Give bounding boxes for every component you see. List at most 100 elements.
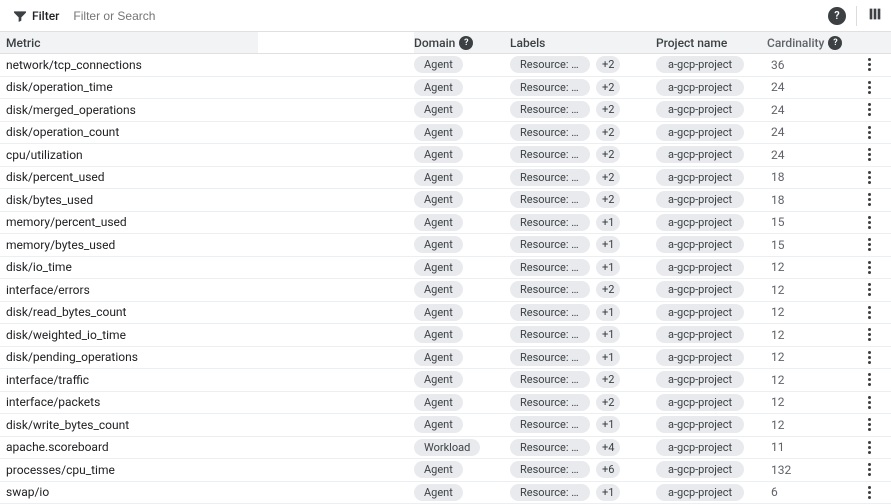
project-chip[interactable]: a-gcp-project xyxy=(656,394,744,411)
label-more-chip[interactable]: +2 xyxy=(596,371,620,388)
project-chip[interactable]: a-gcp-project xyxy=(656,79,744,96)
label-chip[interactable]: Resource: gc… xyxy=(510,394,590,411)
project-chip[interactable]: a-gcp-project xyxy=(656,236,744,253)
label-chip[interactable]: Resource: gc… xyxy=(510,304,590,321)
metric-name[interactable]: interface/packets xyxy=(0,395,258,409)
project-chip[interactable]: a-gcp-project xyxy=(656,371,744,388)
more-actions-button[interactable] xyxy=(864,459,875,480)
label-more-chip[interactable]: +2 xyxy=(596,281,620,298)
label-more-chip[interactable]: +2 xyxy=(596,56,620,73)
domain-chip[interactable]: Agent xyxy=(414,484,463,501)
label-chip[interactable]: Resource: gc… xyxy=(510,236,590,253)
more-actions-button[interactable] xyxy=(864,189,875,210)
help-icon[interactable]: ? xyxy=(828,36,842,50)
column-header-cardinality[interactable]: Cardinality ? xyxy=(767,36,847,50)
label-more-chip[interactable]: +2 xyxy=(596,394,620,411)
label-more-chip[interactable]: +1 xyxy=(596,326,620,343)
label-more-chip[interactable]: +1 xyxy=(596,416,620,433)
metric-name[interactable]: disk/weighted_io_time xyxy=(0,328,258,342)
label-more-chip[interactable]: +4 xyxy=(596,439,620,456)
column-header-metric[interactable]: Metric xyxy=(0,36,258,50)
column-display-options-button[interactable] xyxy=(867,6,883,26)
metric-name[interactable]: disk/merged_operations xyxy=(0,103,258,117)
more-actions-button[interactable] xyxy=(864,437,875,458)
domain-chip[interactable]: Agent xyxy=(414,191,463,208)
project-chip[interactable]: a-gcp-project xyxy=(656,304,744,321)
label-more-chip[interactable]: +2 xyxy=(596,101,620,118)
metric-name[interactable]: interface/errors xyxy=(0,283,258,297)
label-chip[interactable]: Resource: gc… xyxy=(510,281,590,298)
label-chip[interactable]: Resource: gc… xyxy=(510,461,590,478)
more-actions-button[interactable] xyxy=(864,212,875,233)
domain-chip[interactable]: Agent xyxy=(414,394,463,411)
label-chip[interactable]: Resource: gc… xyxy=(510,371,590,388)
project-chip[interactable]: a-gcp-project xyxy=(656,56,744,73)
more-actions-button[interactable] xyxy=(864,302,875,323)
label-more-chip[interactable]: +1 xyxy=(596,259,620,276)
metric-name[interactable]: network/tcp_connections xyxy=(0,58,258,72)
domain-chip[interactable]: Agent xyxy=(414,461,463,478)
more-actions-button[interactable] xyxy=(864,369,875,390)
metric-name[interactable]: disk/io_time xyxy=(0,260,258,274)
domain-chip[interactable]: Workload xyxy=(414,439,480,456)
metric-name[interactable]: processes/cpu_time xyxy=(0,463,258,477)
domain-chip[interactable]: Agent xyxy=(414,101,463,118)
project-chip[interactable]: a-gcp-project xyxy=(656,191,744,208)
help-icon[interactable]: ? xyxy=(459,36,473,50)
project-chip[interactable]: a-gcp-project xyxy=(656,124,744,141)
more-actions-button[interactable] xyxy=(864,414,875,435)
more-actions-button[interactable] xyxy=(864,54,875,75)
metric-name[interactable]: cpu/utilization xyxy=(0,148,258,162)
project-chip[interactable]: a-gcp-project xyxy=(656,101,744,118)
label-more-chip[interactable]: +2 xyxy=(596,146,620,163)
metric-name[interactable]: swap/io xyxy=(0,485,258,499)
label-more-chip[interactable]: +1 xyxy=(596,236,620,253)
metric-name[interactable]: apache.scoreboard xyxy=(0,440,258,454)
more-actions-button[interactable] xyxy=(864,482,875,503)
more-actions-button[interactable] xyxy=(864,279,875,300)
filter-button[interactable]: Filter xyxy=(8,6,63,26)
metric-name[interactable]: disk/write_bytes_count xyxy=(0,418,258,432)
domain-chip[interactable]: Agent xyxy=(414,169,463,186)
label-more-chip[interactable]: +1 xyxy=(596,349,620,366)
domain-chip[interactable]: Agent xyxy=(414,236,463,253)
metric-name[interactable]: disk/bytes_used xyxy=(0,193,258,207)
more-actions-button[interactable] xyxy=(864,347,875,368)
label-more-chip[interactable]: +6 xyxy=(596,461,620,478)
domain-chip[interactable]: Agent xyxy=(414,281,463,298)
metric-name[interactable]: disk/operation_time xyxy=(0,80,258,94)
label-chip[interactable]: Resource: gc… xyxy=(510,484,590,501)
label-chip[interactable]: Resource: gc… xyxy=(510,349,590,366)
domain-chip[interactable]: Agent xyxy=(414,56,463,73)
label-chip[interactable]: Resource: gc… xyxy=(510,259,590,276)
project-chip[interactable]: a-gcp-project xyxy=(656,214,744,231)
domain-chip[interactable]: Agent xyxy=(414,259,463,276)
domain-chip[interactable]: Agent xyxy=(414,304,463,321)
project-chip[interactable]: a-gcp-project xyxy=(656,461,744,478)
more-actions-button[interactable] xyxy=(864,167,875,188)
project-chip[interactable]: a-gcp-project xyxy=(656,259,744,276)
more-actions-button[interactable] xyxy=(864,77,875,98)
filter-input[interactable] xyxy=(71,8,191,24)
more-actions-button[interactable] xyxy=(864,392,875,413)
more-actions-button[interactable] xyxy=(864,122,875,143)
column-header-labels[interactable]: Labels xyxy=(510,36,656,50)
metric-name[interactable]: disk/percent_used xyxy=(0,170,258,184)
metric-name[interactable]: memory/percent_used xyxy=(0,215,258,229)
label-chip[interactable]: Resource: gc… xyxy=(510,416,590,433)
label-chip[interactable]: Resource: gc… xyxy=(510,79,590,96)
metric-name[interactable]: disk/operation_count xyxy=(0,125,258,139)
label-chip[interactable]: Resource: gc… xyxy=(510,124,590,141)
domain-chip[interactable]: Agent xyxy=(414,416,463,433)
label-chip[interactable]: Resource: gc… xyxy=(510,146,590,163)
label-chip[interactable]: Resource: gc… xyxy=(510,214,590,231)
domain-chip[interactable]: Agent xyxy=(414,349,463,366)
domain-chip[interactable]: Agent xyxy=(414,124,463,141)
project-chip[interactable]: a-gcp-project xyxy=(656,439,744,456)
more-actions-button[interactable] xyxy=(864,257,875,278)
domain-chip[interactable]: Agent xyxy=(414,326,463,343)
label-chip[interactable]: Resource: gc… xyxy=(510,326,590,343)
label-more-chip[interactable]: +1 xyxy=(596,484,620,501)
more-actions-button[interactable] xyxy=(864,99,875,120)
project-chip[interactable]: a-gcp-project xyxy=(656,169,744,186)
